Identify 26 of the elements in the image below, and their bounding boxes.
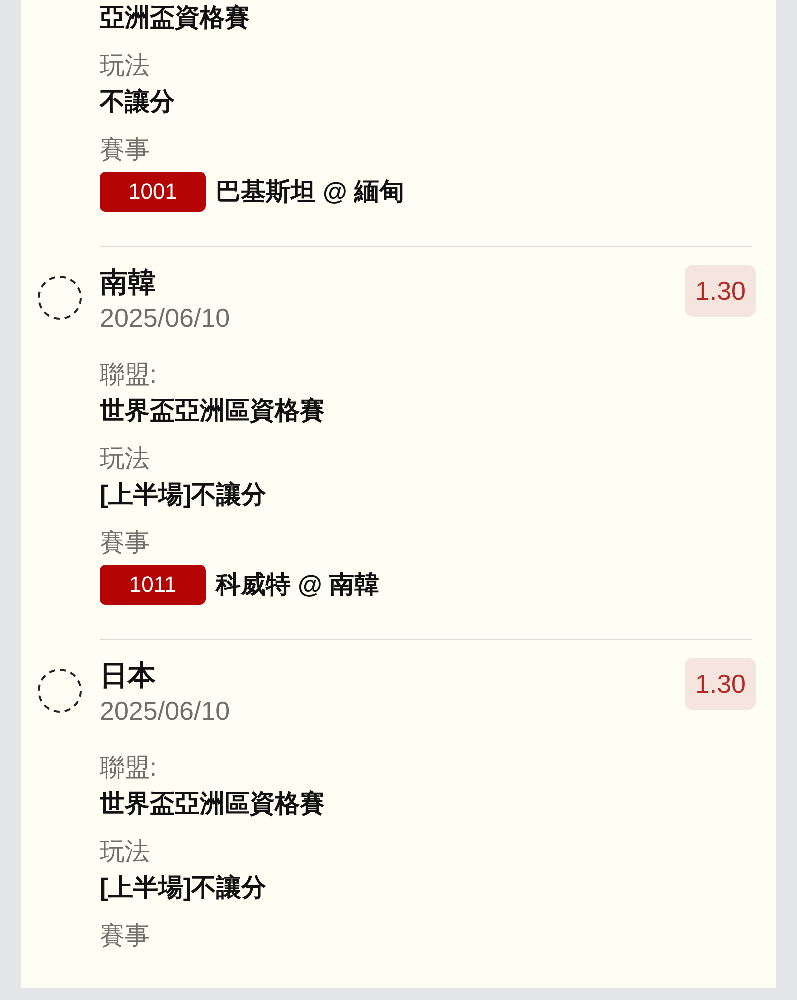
field-label: 賽事 — [100, 528, 151, 559]
dashed-circle-icon[interactable] — [37, 275, 83, 321]
field-value: 世界盃亞洲區資格賽 — [100, 396, 326, 427]
match-date: 2025/06/10 — [100, 302, 232, 335]
field-label: 賽事 — [100, 135, 151, 166]
event-match: 科威特 @ 南韓 — [216, 570, 380, 601]
field-label: 玩法 — [100, 444, 151, 475]
field-label: 玩法 — [100, 837, 151, 868]
team-name: 南韓 — [100, 266, 157, 300]
field-label: 聯盟: — [100, 753, 158, 784]
team-name: 日本 — [100, 659, 157, 693]
field-value: 亞洲盃資格賽 — [100, 3, 251, 34]
field-label: 賽事 — [100, 921, 151, 952]
field-value: 不讓分 — [100, 87, 176, 118]
field-label: 聯盟: — [100, 360, 158, 391]
field-value: [上半場]不讓分 — [100, 480, 268, 511]
match-date: 2025/06/10 — [100, 695, 232, 728]
field-value: 世界盃亞洲區資格賽 — [100, 789, 326, 820]
odds-badge: 1.30 — [685, 265, 756, 317]
odds-badge: 1.30 — [685, 658, 756, 710]
field-value: [上半場]不讓分 — [100, 873, 268, 904]
field-label: 玩法 — [100, 51, 151, 82]
event-code-badge: 1001 — [100, 172, 206, 212]
dashed-circle-icon[interactable] — [37, 668, 83, 714]
event-code-badge: 1011 — [100, 565, 206, 605]
event-match: 巴基斯坦 @ 緬甸 — [216, 177, 404, 208]
